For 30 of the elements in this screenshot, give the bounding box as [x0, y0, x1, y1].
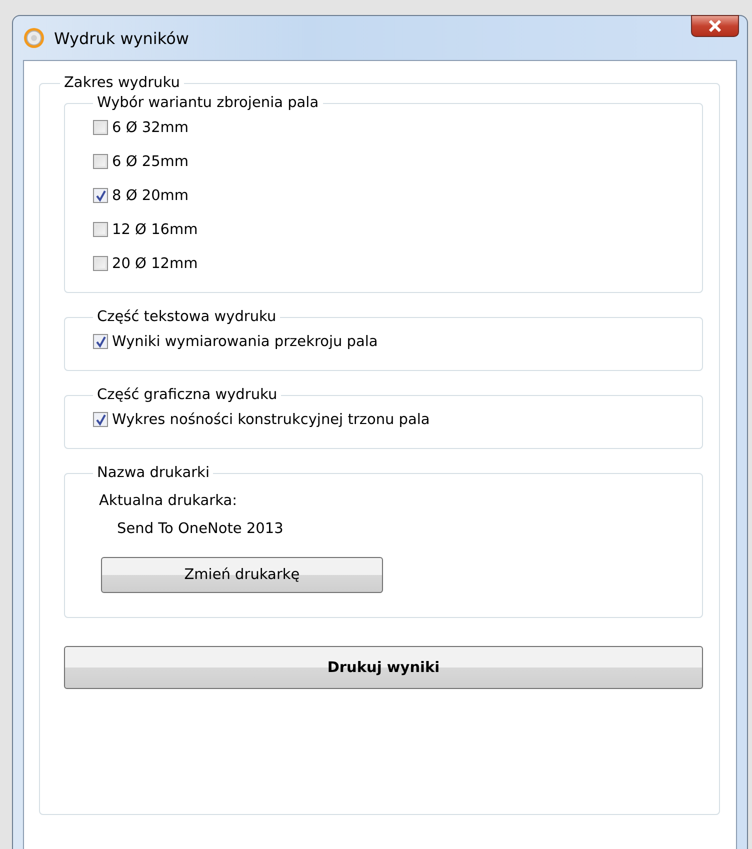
print-button[interactable]: Drukuj wyniki	[64, 646, 703, 689]
checkbox[interactable]	[93, 412, 108, 427]
checkbox[interactable]	[93, 120, 108, 135]
checkbox-option[interactable]: 12 Ø 16mm	[93, 219, 688, 240]
checkbox-option[interactable]: 8 Ø 20mm	[93, 185, 688, 206]
printer-name: Send To OneNote 2013	[117, 521, 284, 537]
checkbox-option[interactable]: 6 Ø 25mm	[93, 151, 688, 172]
checkbox-option[interactable]: 20 Ø 12mm	[93, 253, 688, 274]
checkbox-option[interactable]: Wykres nośności konstrukcyjnej trzonu pala	[93, 409, 688, 430]
current-printer-label: Aktualna drukarka:	[99, 493, 238, 509]
group-title: Wybór wariantu zbrojenia pala	[96, 95, 320, 111]
checkmark-icon	[94, 190, 106, 202]
checkbox[interactable]	[93, 188, 108, 203]
checkbox[interactable]	[93, 154, 108, 169]
app-icon	[23, 27, 45, 49]
checkbox-option[interactable]: Wyniki wymiarowania przekroju pala	[93, 331, 688, 352]
checkmark-icon	[94, 414, 106, 426]
checkbox-option[interactable]: 6 Ø 32mm	[93, 117, 688, 138]
group-title: Zakres wydruku	[63, 75, 181, 91]
group-title: Część graficzna wydruku	[96, 387, 278, 403]
group-title: Nazwa drukarki	[96, 465, 210, 481]
close-button[interactable]	[691, 15, 739, 37]
change-printer-button[interactable]: Zmień drukarkę	[101, 557, 383, 593]
checkmark-icon	[94, 336, 106, 348]
checkbox[interactable]	[93, 256, 108, 271]
window-title: Wydruk wyników	[54, 28, 189, 48]
checkbox[interactable]	[93, 222, 108, 237]
close-icon	[708, 20, 722, 32]
group-title: Część tekstowa wydruku	[96, 309, 278, 325]
checkbox[interactable]	[93, 334, 108, 349]
